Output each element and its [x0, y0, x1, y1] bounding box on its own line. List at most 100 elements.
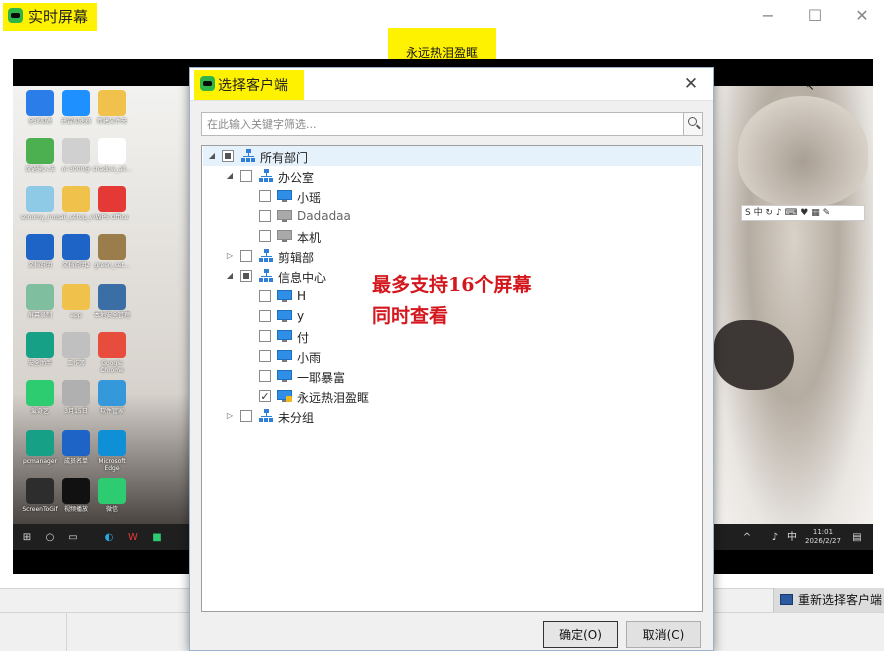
tree-checkbox[interactable] — [240, 170, 252, 182]
desktop-icon-label: 新建文件夹 — [96, 118, 127, 125]
tray-volume-icon: ♪ — [771, 532, 779, 543]
desktop-app-icon — [98, 186, 126, 212]
desktop-app-icon — [26, 186, 54, 212]
collapse-arrow-icon[interactable]: ◢ — [225, 270, 235, 282]
taskbar-clock: 11:01 2026/2/27 — [805, 528, 841, 546]
filter-input[interactable] — [203, 114, 683, 134]
tree-checkbox[interactable] — [259, 230, 271, 242]
desktop-icon-label: 微信 — [105, 506, 118, 513]
desktop-icon-label: Microsoft Edge — [98, 458, 126, 472]
desktop-app-icon — [62, 430, 90, 456]
tree-checkbox-checked[interactable]: ✓ — [259, 390, 271, 402]
desktop-app-icon — [26, 332, 54, 358]
org-chart-icon — [259, 269, 273, 283]
desktop-app-icon — [26, 380, 54, 406]
minimize-button[interactable]: − — [758, 6, 778, 26]
desktop-app-icon — [26, 430, 54, 456]
tree-leaf-client[interactable]: Dadadaa — [203, 206, 701, 226]
wps-taskbar-icon: W — [128, 532, 138, 543]
online-computer-icon — [277, 370, 292, 382]
client-tree[interactable]: ◢ 所有部门 ◢ 办公室 小瑶 Dadadaa 本机 ▷ 剪辑部 ◢ 信息中心 … — [201, 145, 703, 612]
monitor-icon — [780, 594, 793, 605]
online-computer-icon — [277, 330, 292, 342]
tree-node-label: 未分组 — [278, 411, 315, 425]
tree-checkbox[interactable] — [259, 330, 271, 342]
dialog-close-button[interactable]: ✕ — [680, 73, 702, 95]
desktop-app-icon — [62, 284, 90, 310]
desktop-app-icon — [98, 478, 126, 504]
window-title: 实时屏幕 — [28, 8, 89, 26]
tree-checkbox[interactable] — [240, 250, 252, 262]
offline-computer-icon — [277, 230, 292, 242]
tree-node-editing[interactable]: ▷ 剪辑部 — [203, 246, 701, 266]
tree-leaf-client-selected[interactable]: ✓ 永远热泪盈眶 — [203, 386, 701, 406]
notification-icon: ▤ — [852, 532, 862, 543]
ok-button[interactable]: 确定(O) — [543, 621, 618, 648]
desktop-app-icon — [26, 284, 54, 310]
tree-node-all-departments[interactable]: ◢ 所有部门 — [203, 146, 701, 166]
ime-toolbar: S 中 ↻ ♪ ⌨ ♥ ▦ ✎ — [741, 205, 865, 221]
desktop-app-icon — [62, 138, 90, 164]
taskbar-search-icon: ○ — [45, 532, 55, 543]
tree-node-label: 本机 — [297, 231, 322, 245]
collapse-arrow-icon[interactable]: ◢ — [225, 170, 235, 182]
tree-checkbox[interactable] — [259, 290, 271, 302]
expand-arrow-icon[interactable]: ▷ — [225, 250, 235, 262]
cancel-button[interactable]: 取消(C) — [626, 621, 701, 648]
tree-node-label: H — [297, 289, 307, 303]
tree-leaf-client[interactable]: 本机 — [203, 226, 701, 246]
tree-node-label: 付 — [297, 331, 310, 345]
desktop-app-icon — [62, 234, 90, 260]
tree-checkbox[interactable] — [259, 190, 271, 202]
tree-node-label: 小瑶 — [297, 191, 322, 205]
online-computer-icon — [277, 310, 292, 322]
tree-checkbox[interactable] — [259, 350, 271, 362]
collapse-arrow-icon[interactable]: ◢ — [207, 150, 217, 162]
desktop-icon-label: 软件管家 — [99, 408, 124, 415]
online-computer-icon — [277, 290, 292, 302]
expand-arrow-icon[interactable]: ▷ — [225, 410, 235, 422]
tree-checkbox[interactable] — [259, 210, 271, 222]
desktop-app-icon — [62, 478, 90, 504]
tree-checkbox[interactable] — [259, 370, 271, 382]
tree-node-office[interactable]: ◢ 办公室 — [203, 166, 701, 186]
tree-checkbox[interactable] — [240, 410, 252, 422]
desktop-app-icon — [98, 138, 126, 164]
tray-chevron-icon: ^ — [742, 532, 752, 543]
tree-node-label: 信息中心 — [278, 271, 327, 285]
annotation-text: 最多支持16个屏幕 同时查看 — [372, 270, 592, 332]
tree-leaf-client[interactable]: 一耶暴富 — [203, 366, 701, 386]
dialog-logo-icon — [200, 76, 215, 91]
bottom-column-divider — [66, 612, 67, 651]
tree-leaf-client[interactable]: 小瑶 — [203, 186, 701, 206]
desktop-icon-label: shadow_all... — [92, 166, 132, 173]
desktop-app-icon — [26, 138, 54, 164]
desktop-app-icon — [62, 332, 90, 358]
close-button[interactable]: ✕ — [852, 6, 872, 26]
filter-search-button[interactable] — [683, 113, 702, 135]
mouse-cursor-icon: ↖ — [806, 82, 815, 93]
tree-checkbox[interactable] — [222, 150, 234, 162]
tray-ime-icon: 中 — [787, 532, 797, 543]
reselect-client-button[interactable]: 重新选择客户端 — [773, 588, 884, 612]
desktop-app-icon — [26, 90, 54, 116]
app-logo-icon — [8, 8, 23, 23]
desktop-app-icon — [26, 234, 54, 260]
tree-checkbox[interactable] — [240, 270, 252, 282]
tree-leaf-client[interactable]: 小雨 — [203, 346, 701, 366]
online-computer-icon — [277, 190, 292, 202]
desktop-app-icon — [26, 478, 54, 504]
maximize-button[interactable]: ☐ — [805, 6, 825, 26]
desktop-icon-label: green_set... — [94, 262, 130, 269]
app-taskbar-icon: ■ — [152, 532, 162, 543]
dialog-title: 选择客户端 — [218, 78, 288, 94]
tree-checkbox[interactable] — [259, 310, 271, 322]
cat-head-shape — [738, 96, 868, 206]
desktop-app-icon — [62, 186, 90, 212]
tree-node-label: 剪辑部 — [278, 251, 315, 265]
desktop-app-icon — [98, 380, 126, 406]
tree-node-ungrouped[interactable]: ▷ 未分组 — [203, 406, 701, 426]
desktop-app-icon — [98, 234, 126, 260]
desktop-app-icon — [62, 380, 90, 406]
filter-box — [201, 112, 703, 136]
